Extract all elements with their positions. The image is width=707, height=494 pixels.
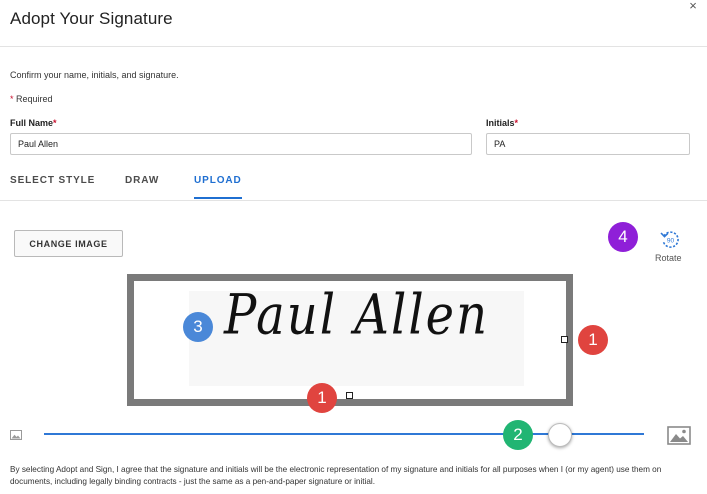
close-icon[interactable]: × — [686, 0, 700, 14]
dialog-title: Adopt Your Signature — [10, 9, 173, 28]
required-note: * Required — [10, 94, 53, 104]
initials-label: Initials* — [486, 118, 518, 128]
image-small-icon — [10, 430, 22, 440]
change-image-button[interactable]: CHANGE IMAGE — [14, 230, 123, 257]
tab-select-style[interactable]: SELECT STYLE — [10, 175, 95, 186]
legal-disclaimer: By selecting Adopt and Sign, I agree tha… — [10, 465, 662, 486]
tabs-divider — [0, 200, 707, 201]
initials-required-star: * — [514, 118, 519, 128]
rotate-label[interactable]: Rotate — [655, 253, 682, 263]
zoom-slider-thumb[interactable] — [548, 423, 572, 447]
rotate-icon[interactable]: 90 — [659, 228, 681, 250]
full-name-field[interactable] — [10, 133, 472, 155]
initials-field[interactable] — [486, 133, 690, 155]
required-note-text: Required — [13, 94, 53, 104]
header-divider — [0, 46, 707, 47]
crop-handle-right[interactable] — [561, 336, 568, 343]
tab-upload[interactable]: UPLOAD — [194, 175, 242, 186]
tab-active-underline — [194, 197, 242, 199]
annotation-badge-2: 2 — [503, 420, 533, 450]
image-large-icon — [667, 426, 691, 445]
full-name-label-text: Full Name — [10, 118, 54, 128]
confirm-text: Confirm your name, initials, and signatu… — [10, 70, 179, 80]
full-name-label: Full Name* — [10, 118, 57, 128]
signature-text: Paul Allen — [224, 282, 489, 348]
initials-label-text: Initials — [486, 118, 515, 128]
crop-handle-bottom[interactable] — [346, 392, 353, 399]
annotation-badge-3: 3 — [183, 312, 213, 342]
annotation-badge-1-bottom: 1 — [307, 383, 337, 413]
signature-image: Paul Allen — [189, 283, 524, 386]
annotation-badge-1-right: 1 — [578, 325, 608, 355]
annotation-badge-4: 4 — [608, 222, 638, 252]
rotate-icon-text: 90 — [667, 238, 675, 245]
tab-draw[interactable]: DRAW — [125, 175, 159, 186]
full-name-required-star: * — [53, 118, 57, 128]
